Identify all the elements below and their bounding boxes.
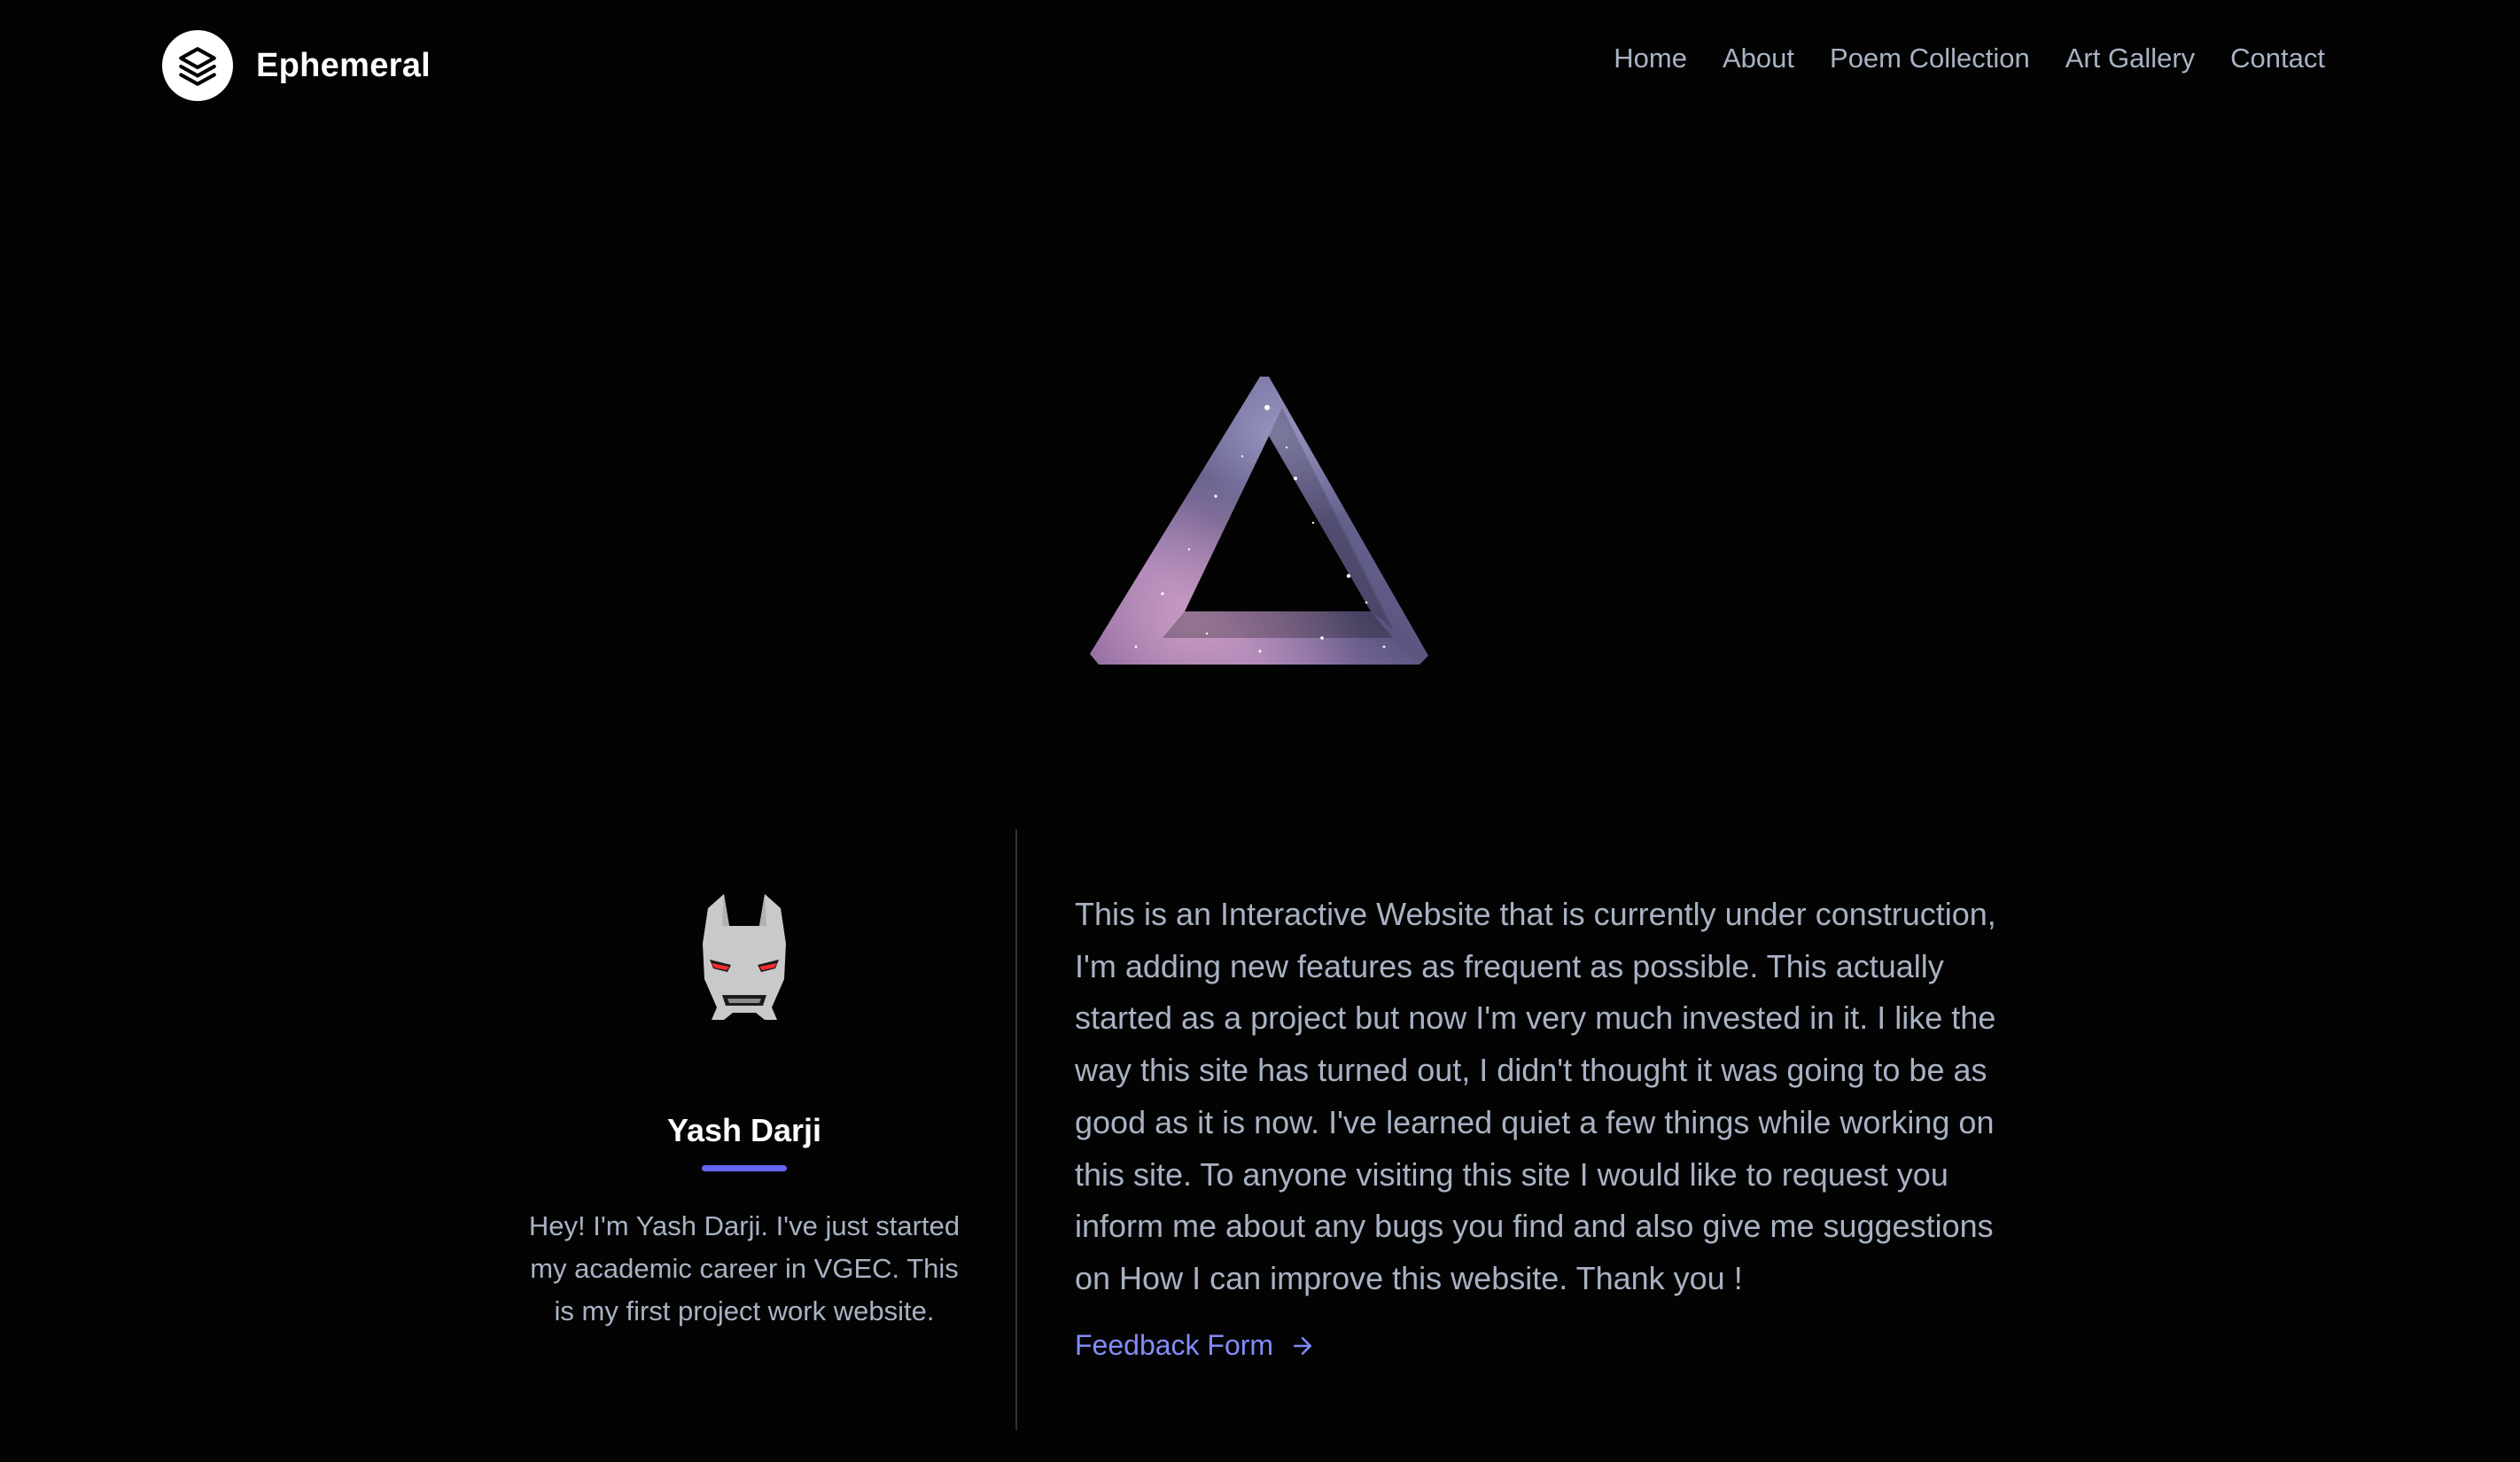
iron-man-helmet-icon	[696, 890, 793, 1032]
feedback-form-label: Feedback Form	[1075, 1329, 1274, 1361]
main-nav: Home About Poem Collection Art Gallery C…	[1614, 43, 2325, 74]
layers-icon	[162, 30, 233, 101]
hero-image	[1083, 372, 1437, 673]
column-divider	[1015, 829, 1017, 1430]
about-text: This is an Interactive Website that is c…	[1075, 896, 1996, 1296]
penrose-triangle-galaxy-icon	[1090, 377, 1428, 665]
nav-about[interactable]: About	[1723, 43, 1794, 74]
nav-contact[interactable]: Contact	[2230, 43, 2325, 74]
profile-name: Yash Darji	[666, 1112, 822, 1148]
site-header: Ephemeral Home About Poem Collection Art…	[0, 0, 2520, 133]
brand-name: Ephemeral	[256, 46, 432, 84]
profile-card: Yash Darji Hey! I'm Yash Darji. I've jus…	[496, 851, 992, 1333]
page: Ephemeral Home About Poem Collection Art…	[0, 0, 2520, 1462]
arrow-right-icon	[1289, 1333, 1316, 1359]
brand-link[interactable]: Ephemeral	[162, 28, 431, 103]
feedback-form-link[interactable]: Feedback Form	[1075, 1329, 1316, 1362]
nav-art-gallery[interactable]: Art Gallery	[2065, 43, 2195, 74]
name-underline	[702, 1165, 787, 1171]
profile-bio: Hey! I'm Yash Darji. I've just started m…	[528, 1210, 961, 1326]
nav-home[interactable]: Home	[1614, 43, 1687, 74]
nav-poem-collection[interactable]: Poem Collection	[1830, 43, 2030, 74]
